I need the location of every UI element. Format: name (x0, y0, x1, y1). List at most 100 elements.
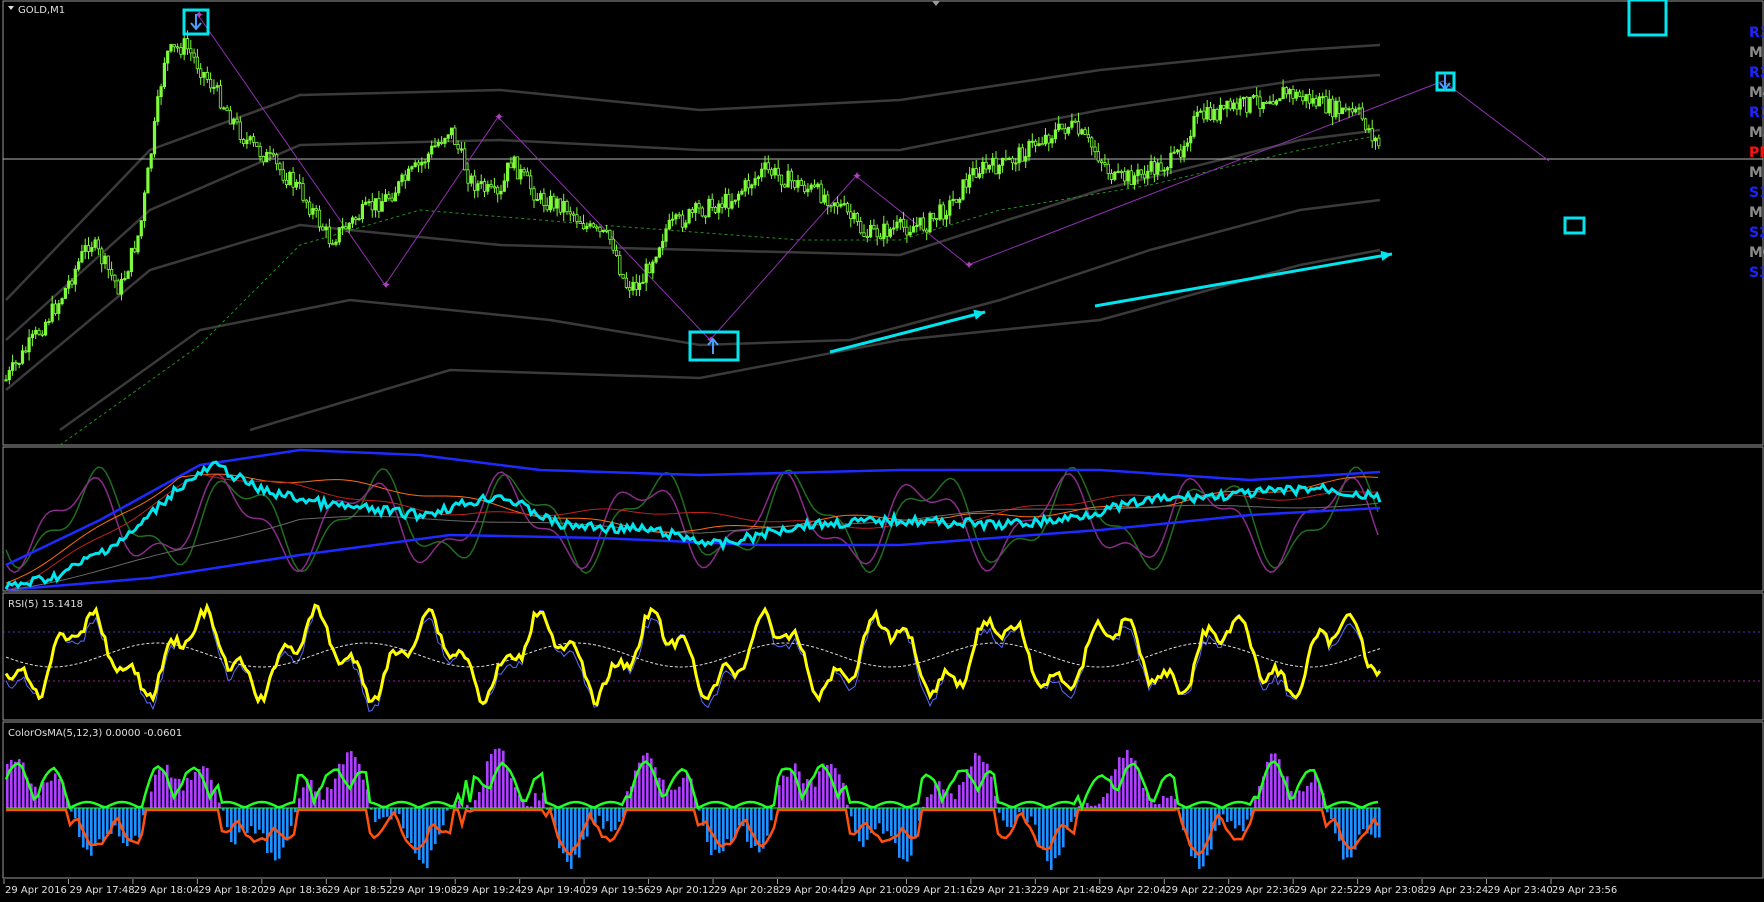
candle-body (845, 203, 850, 213)
osma-histogram-bar (1002, 808, 1005, 821)
osma-histogram-bar (226, 808, 229, 828)
candle-body (1199, 110, 1203, 113)
candle-body (908, 231, 912, 236)
candle-body (307, 201, 312, 215)
time-axis-label: 29 Apr 21:16 (907, 885, 972, 896)
osma-histogram-bar (618, 808, 621, 822)
candle-body (496, 186, 500, 195)
chart-shift-marker-icon[interactable] (932, 1, 940, 6)
candle-body (713, 206, 718, 213)
osma-histogram-bar (862, 808, 865, 847)
pivot-level-labels: R3 M5 R2 M4 R1 M3 PP M2 S1 M1 S2 M0 S3 (1749, 25, 1764, 281)
candle-body (1350, 108, 1354, 113)
candle-body (215, 85, 219, 88)
candle-body (1311, 98, 1315, 104)
candle-body (968, 174, 972, 188)
candle-body (1070, 120, 1074, 128)
candle-body (298, 181, 302, 184)
osma-panel[interactable] (2, 721, 1764, 879)
trading-chart[interactable]: ✦✦✦✦✦✦ 29 Apr 2016 29 Apr 17:48 29 Apr 18:… (0, 0, 1764, 902)
candle-body (1093, 146, 1097, 153)
osma-histogram-bar (914, 808, 917, 839)
candle-body (746, 180, 751, 189)
candle-body (446, 134, 450, 139)
osma-histogram-bar (1034, 808, 1037, 825)
osma-histogram-bar (1166, 797, 1169, 808)
osma-histogram-bar (954, 799, 957, 808)
zigzag-point-icon: ✦ (964, 258, 974, 272)
candle-body (1354, 108, 1358, 113)
candle-body (1017, 147, 1021, 164)
osma-histogram-bar (46, 782, 49, 808)
candle-body (921, 217, 926, 231)
candle-body (387, 194, 391, 199)
candle-body (819, 183, 823, 203)
candle-body (647, 263, 652, 274)
osma-histogram-bar (74, 808, 77, 819)
candle-body (1258, 96, 1262, 110)
osma-histogram-bar (506, 768, 509, 808)
osma-histogram-bar (234, 808, 237, 845)
osma-histogram-bar (822, 763, 825, 808)
osma-histogram-bar (1086, 803, 1089, 808)
candle-body (489, 184, 493, 188)
candle-body (525, 171, 530, 177)
candle-body (1248, 96, 1252, 113)
osma-histogram-bar (334, 778, 337, 808)
candle-body (354, 217, 358, 221)
osma-histogram-bar (1126, 749, 1129, 808)
time-axis-label: 29 Apr 20:28 (714, 885, 779, 896)
time-axis-label: 29 Apr 23:08 (1359, 885, 1424, 896)
candle-body (499, 190, 503, 195)
candle-body (1133, 175, 1137, 185)
rsi-panel[interactable] (2, 592, 1764, 721)
osma-histogram-bar (214, 790, 217, 808)
osma-histogram-bar (970, 766, 973, 808)
osma-histogram-bar (678, 786, 681, 808)
candle-body (1060, 123, 1064, 130)
candle-body (766, 162, 770, 171)
time-axis-label: 29 Apr 19:24 (456, 885, 521, 896)
candle-body (532, 188, 536, 201)
candle-body (278, 163, 282, 171)
symbol-dropdown-icon[interactable] (8, 6, 14, 10)
osma-histogram-bar (510, 778, 513, 808)
osma-histogram-bar (182, 790, 185, 808)
candle-body (572, 213, 576, 216)
osma-histogram-bar (294, 808, 297, 813)
time-axis-label: 29 Apr 18:20 (198, 885, 263, 896)
candle-body (1119, 170, 1123, 173)
candle-body (373, 198, 378, 211)
pivot-label-m2: M2 (1749, 165, 1764, 181)
osma-histogram-bar (258, 808, 261, 830)
candle-body (1083, 129, 1087, 135)
candle-body (869, 224, 873, 238)
candle-body (1271, 101, 1275, 105)
osma-histogram-bar (218, 802, 221, 808)
candle-body (753, 178, 757, 186)
candle-body (67, 280, 71, 289)
candle-body (1370, 128, 1374, 142)
candle-body (37, 329, 41, 335)
candle-body (954, 198, 959, 203)
candle-body (519, 169, 523, 180)
candle-body (786, 170, 790, 188)
candle-body (902, 218, 906, 228)
candle-body (30, 333, 35, 339)
main-price-panel[interactable] (2, 0, 1764, 446)
candle-body (723, 193, 728, 208)
candle-body (1205, 107, 1209, 120)
candle-body (515, 156, 520, 180)
candle-body (1268, 101, 1272, 104)
candle-body (390, 197, 394, 202)
candle-body (1251, 95, 1255, 98)
candle-body (367, 201, 371, 204)
candle-body (1304, 94, 1308, 102)
osma-histogram-bar (378, 808, 381, 819)
candle-body (958, 198, 962, 203)
osma-histogram-bar (1234, 808, 1237, 829)
candle-body (1139, 169, 1143, 175)
candle-body (258, 145, 262, 157)
osma-histogram-bar (790, 769, 793, 808)
candle-body (1040, 143, 1044, 146)
